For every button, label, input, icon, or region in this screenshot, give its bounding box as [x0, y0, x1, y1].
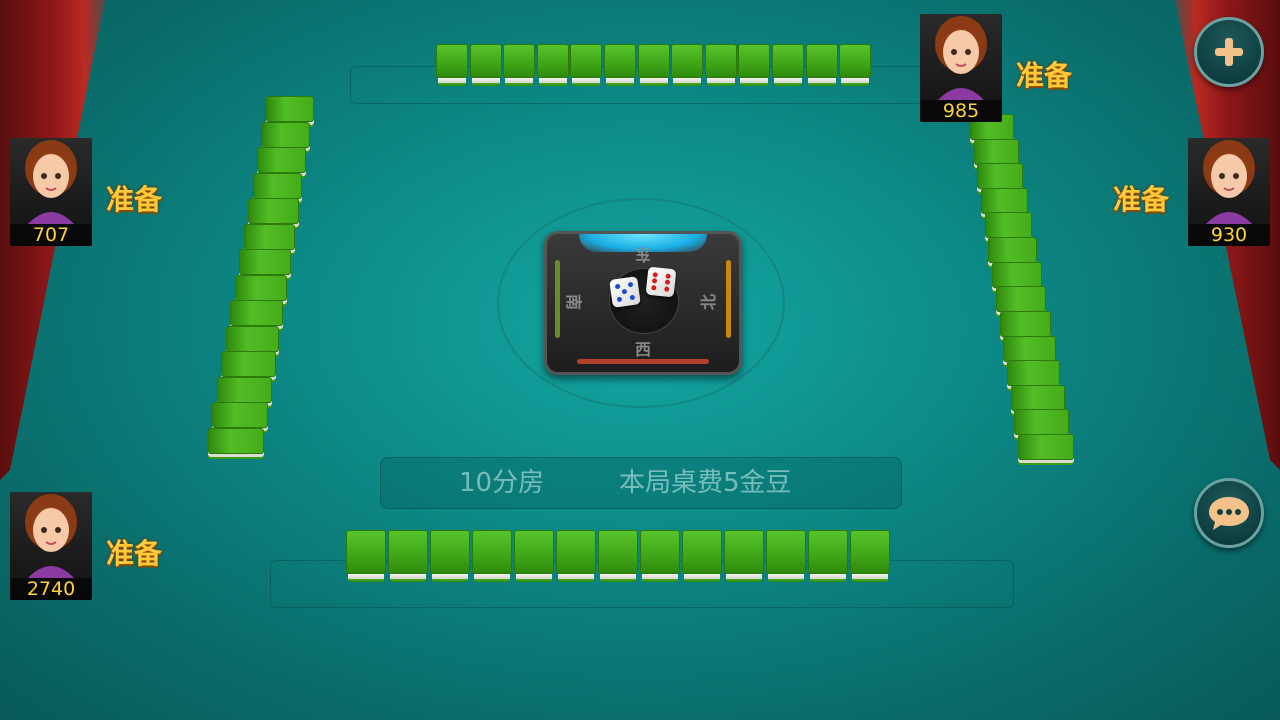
tile — [999, 310, 1051, 337]
avatar[interactable]: 985 — [920, 14, 1002, 122]
player-score: 985 — [920, 100, 1002, 122]
direction-south: 南 — [564, 293, 584, 311]
ready-status-top: 准备 — [1016, 59, 1073, 92]
tile — [988, 237, 1038, 264]
die-left — [609, 276, 641, 308]
tile — [212, 402, 268, 429]
tile — [771, 44, 804, 86]
tile — [981, 187, 1028, 214]
tile — [252, 172, 303, 199]
tile[interactable] — [724, 530, 764, 582]
avatar-icon — [25, 140, 77, 224]
avatar-icon — [25, 494, 77, 578]
add-button[interactable] — [1194, 17, 1264, 87]
player-top: 985 — [920, 14, 1002, 122]
ready-status-bottom: 准备 — [106, 537, 163, 570]
tile — [225, 325, 280, 352]
avatar-icon — [1203, 140, 1255, 224]
tile — [208, 428, 264, 454]
avatar[interactable]: 930 — [1188, 138, 1270, 246]
player-score: 930 — [1188, 224, 1270, 246]
tile — [637, 44, 670, 86]
tile — [248, 198, 299, 225]
chat-bubble-icon — [1209, 497, 1249, 530]
tile[interactable] — [430, 530, 470, 582]
plus-icon — [1215, 38, 1243, 66]
tile — [1018, 434, 1074, 460]
ready-status-right: 准备 — [1113, 183, 1170, 216]
room-info-banner: 10分房 本局桌费5金豆 — [380, 457, 902, 509]
ready-status-left: 准备 — [106, 183, 163, 216]
direction-east: 东 — [635, 245, 652, 264]
tile — [603, 44, 636, 86]
player-bottom: 2740 — [10, 492, 92, 600]
avatar[interactable]: 707 — [10, 138, 92, 246]
tile — [436, 44, 468, 86]
tile — [1010, 384, 1065, 411]
tile — [704, 44, 737, 86]
tile — [266, 96, 314, 122]
tile — [239, 249, 291, 276]
tile — [503, 44, 536, 86]
chat-button[interactable] — [1194, 478, 1264, 548]
direction-north: 北 — [699, 293, 719, 311]
tile — [973, 138, 1019, 165]
player-score: 707 — [10, 224, 92, 246]
player-right: 930 — [1188, 138, 1270, 246]
tile[interactable] — [850, 530, 890, 582]
tile — [805, 44, 838, 86]
tile — [977, 163, 1024, 190]
tile[interactable] — [556, 530, 596, 582]
right-curtain — [1175, 0, 1280, 470]
table-fee: 本局桌费5金豆 — [619, 468, 792, 498]
left-curtain — [0, 0, 105, 480]
tile — [992, 261, 1042, 288]
die-right — [645, 266, 677, 298]
tile — [230, 300, 284, 327]
tile — [1014, 409, 1070, 436]
wind-compass: 东 南 北 西 — [544, 231, 742, 375]
avatar[interactable]: 2740 — [10, 492, 92, 600]
top-tile-row — [436, 44, 873, 86]
tile — [536, 44, 569, 86]
tile[interactable] — [514, 530, 554, 582]
tile — [839, 44, 872, 86]
tile[interactable] — [388, 530, 428, 582]
tile[interactable] — [808, 530, 848, 582]
turn-indicator-left — [555, 260, 560, 338]
player-score: 2740 — [10, 578, 92, 600]
direction-west: 西 — [635, 340, 652, 359]
avatar-icon — [935, 16, 987, 100]
player-left: 707 — [10, 138, 92, 246]
tile[interactable] — [472, 530, 512, 582]
tile[interactable] — [346, 530, 386, 582]
tile — [671, 44, 704, 86]
tile[interactable] — [640, 530, 680, 582]
tile — [995, 286, 1047, 313]
tile — [257, 147, 307, 174]
tile[interactable] — [682, 530, 722, 582]
tile — [216, 376, 272, 403]
turn-indicator-right — [726, 260, 731, 338]
tile[interactable] — [766, 530, 806, 582]
tile — [221, 351, 276, 378]
tile — [984, 212, 1033, 239]
tile — [738, 44, 771, 86]
tile — [1006, 360, 1061, 387]
tile — [570, 44, 603, 86]
room-name: 10分房 — [459, 468, 545, 498]
tile — [261, 121, 311, 148]
tile — [1003, 335, 1056, 362]
bottom-tile-row — [346, 530, 892, 582]
tile[interactable] — [598, 530, 638, 582]
tile — [243, 223, 295, 250]
tile — [469, 44, 502, 86]
tile — [234, 274, 288, 301]
